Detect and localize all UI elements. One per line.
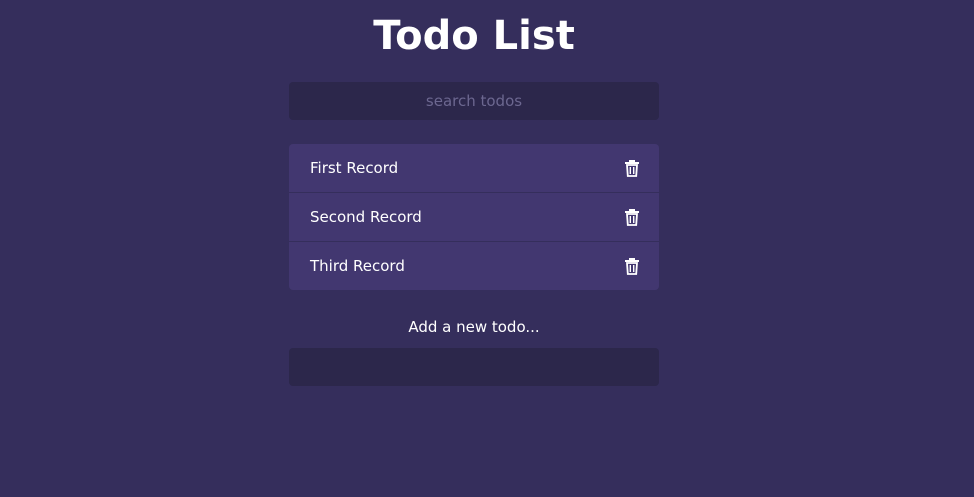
add-todo-input[interactable] [289, 348, 659, 386]
todo-item-label: First Record [310, 159, 399, 177]
page-title: Todo List [373, 13, 575, 59]
todo-item-first[interactable]: First Record [289, 144, 659, 192]
todo-list: First Record Second Record Third Record [289, 144, 659, 290]
todo-item-label: Second Record [310, 208, 422, 226]
trash-icon[interactable] [623, 208, 641, 226]
trash-icon[interactable] [623, 257, 641, 275]
todo-item-label: Third Record [310, 257, 405, 275]
trash-icon[interactable] [623, 159, 641, 177]
search-input[interactable] [289, 82, 659, 120]
todo-item-second[interactable]: Second Record [289, 193, 659, 241]
todo-item-third[interactable]: Third Record [289, 242, 659, 290]
add-todo-label: Add a new todo... [408, 318, 540, 336]
